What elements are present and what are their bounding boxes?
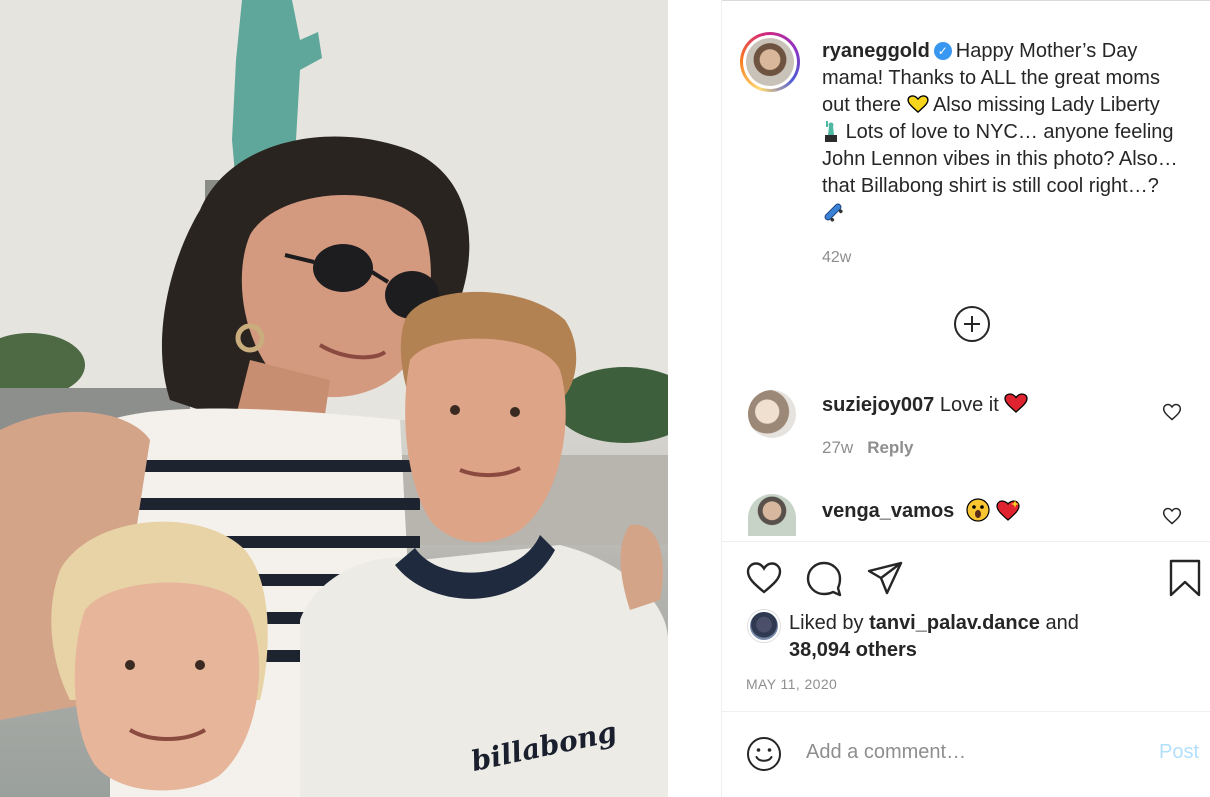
red-heart-emoji-icon	[1004, 393, 1029, 413]
author-avatar[interactable]	[740, 32, 800, 92]
likes-summary: Liked by tanvi_palav.dance and 38,094 ot…	[789, 610, 1119, 664]
comment-username[interactable]: suziejoy007	[822, 394, 934, 416]
panel-top-border	[722, 0, 1210, 1]
comment-text: Love it	[939, 394, 999, 416]
heart-icon[interactable]	[744, 558, 784, 598]
yellow-heart-emoji-icon	[906, 95, 929, 113]
girl-face	[74, 582, 260, 791]
caption-text-3: Lots of love to NYC… anyone feeling John…	[822, 121, 1178, 197]
post-comment-button[interactable]: Post	[1159, 741, 1199, 764]
plus-circle-icon[interactable]	[954, 306, 990, 342]
astonished-emoji-icon	[966, 498, 990, 522]
post-photo[interactable]: billabong	[0, 0, 668, 797]
comment-username[interactable]: venga_vamos	[822, 500, 954, 522]
commenter-avatar[interactable]	[748, 390, 796, 438]
add-comment-input[interactable]: Add a comment…	[806, 741, 1096, 764]
comment-row: venga_vamos	[822, 498, 1021, 523]
skateboard-emoji-icon	[824, 203, 843, 222]
likes-others-link[interactable]: 38,094 others	[789, 639, 917, 661]
comment-icon[interactable]	[804, 558, 844, 598]
comment-like-heart-icon[interactable]	[1162, 506, 1182, 526]
verified-badge-icon: ✓	[933, 42, 952, 60]
author-username[interactable]: ryaneggold	[822, 40, 930, 62]
author-avatar-image	[746, 38, 794, 86]
likes-prefix: Liked by	[789, 612, 864, 634]
photo-illustration	[0, 0, 668, 797]
post-detail-panel: ryaneggold ✓ Happy Mother’s Day mama! Than…	[722, 0, 1210, 797]
comment-row: suziejoy007 Love it	[822, 393, 1029, 417]
caption-text-2: Also missing Lady Liberty	[932, 94, 1160, 116]
liker-avatar[interactable]	[748, 610, 780, 642]
commenter-avatar[interactable]	[748, 494, 796, 536]
bookmark-icon[interactable]	[1165, 558, 1205, 598]
comment-meta: 27w Reply	[822, 438, 913, 458]
gutter	[668, 0, 722, 797]
liker-username[interactable]: tanvi_palav.dance	[869, 612, 1040, 634]
statue-of-liberty-emoji-icon	[825, 121, 837, 142]
post-time-ago[interactable]: 42w	[822, 249, 851, 267]
likes-joiner: and	[1045, 612, 1079, 634]
post-caption: ryaneggold ✓ Happy Mother’s Day mama! Than…	[822, 38, 1182, 227]
comment-bar-divider	[722, 711, 1210, 712]
comment-time[interactable]: 27w	[822, 438, 853, 457]
comments-divider	[722, 541, 1210, 542]
smiley-icon[interactable]	[746, 736, 782, 772]
sparkling-heart-emoji-icon	[996, 500, 1021, 521]
post-date[interactable]: MAY 11, 2020	[746, 676, 837, 692]
comment-like-heart-icon[interactable]	[1162, 402, 1182, 422]
reply-button[interactable]: Reply	[867, 438, 913, 457]
paper-plane-icon[interactable]	[865, 558, 905, 598]
